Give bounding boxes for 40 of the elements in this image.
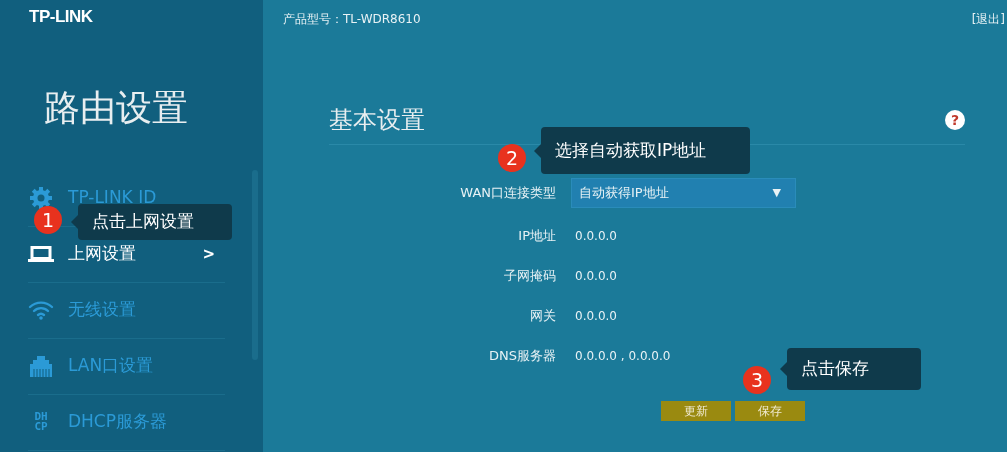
sidebar-item[interactable]: DH CP DHCP服务器 — [28, 394, 225, 451]
pointer-arrow — [71, 215, 78, 229]
dhcp-icon: DH CP — [34, 412, 48, 433]
field-value: 0.0.0.0 , 0.0.0.0 — [575, 348, 671, 365]
brand-logo: TP-LINK — [28, 6, 94, 28]
callout-tooltip: 选择自动获取IP地址 — [541, 127, 750, 174]
menu-label: DHCP服务器 — [68, 410, 167, 434]
help-icon[interactable]: ? — [945, 110, 965, 130]
step-number-badge: 2 — [498, 144, 526, 172]
save-button[interactable]: 保存 — [735, 401, 805, 421]
field-value: 0.0.0.0 — [575, 308, 617, 325]
chevron-icon: > — [202, 242, 215, 266]
field-label: DNS服务器 — [488, 347, 557, 366]
wan-type-dropdown[interactable]: 自动获得IP地址 ▼ — [571, 178, 796, 208]
field-label: WAN口连接类型 — [459, 184, 557, 203]
caret-icon: ▼ — [772, 184, 781, 202]
pointer-arrow — [780, 362, 787, 376]
ethernet-port-icon — [28, 355, 54, 378]
field-label: 网关 — [529, 307, 557, 326]
logout-link[interactable]: [退出] — [971, 10, 1005, 28]
callout-tooltip: 点击上网设置 — [78, 204, 232, 240]
callout-tooltip: 点击保存 — [787, 348, 921, 390]
refresh-button[interactable]: 更新 — [661, 401, 731, 421]
menu-label: 上网设置 — [68, 242, 136, 266]
field-label: 子网掩码 — [503, 267, 557, 286]
sidebar-title: 路由设置 — [43, 85, 189, 129]
pointer-arrow — [534, 143, 541, 158]
field-label: IP地址 — [517, 227, 557, 246]
section-title: 基本设置 — [329, 105, 425, 136]
gear-icon — [29, 186, 53, 211]
sidebar-item[interactable]: 无线设置 — [28, 282, 225, 339]
field-value: 0.0.0.0 — [575, 268, 617, 285]
menu-label: 无线设置 — [68, 298, 136, 322]
laptop-icon — [28, 246, 54, 263]
field-value: 0.0.0.0 — [575, 228, 617, 245]
step-number-badge: 3 — [743, 366, 771, 394]
wifi-icon — [28, 300, 54, 321]
sidebar-item[interactable]: LAN口设置 — [28, 338, 225, 395]
model-label: 产品型号：TL-WDR8610 — [283, 11, 421, 28]
menu-label: LAN口设置 — [68, 354, 154, 378]
